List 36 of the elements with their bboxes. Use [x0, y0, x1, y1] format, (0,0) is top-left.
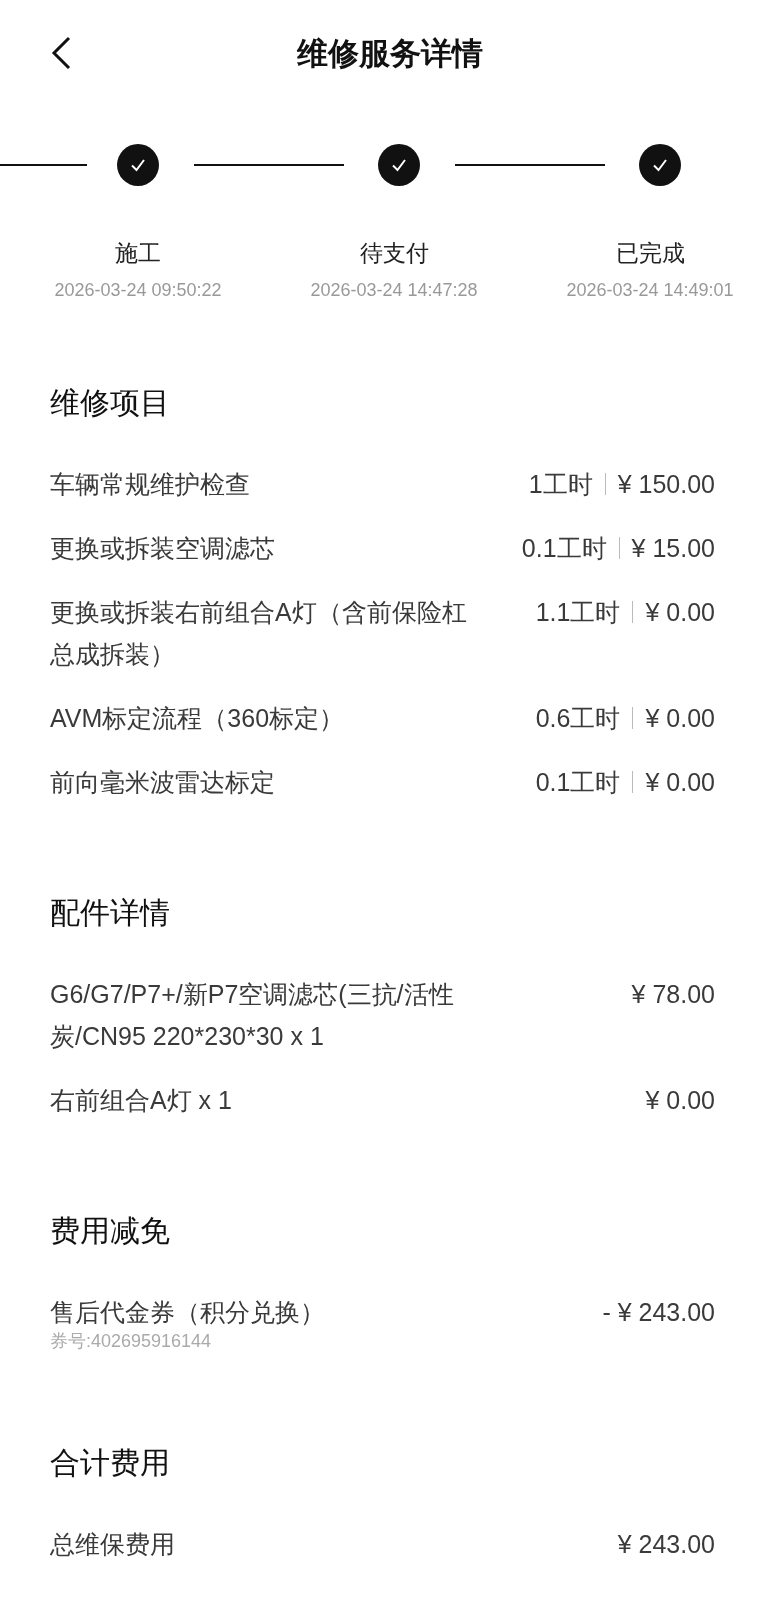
labor-hours: 0.1工时: [521, 533, 607, 564]
labor-hours: 1工时: [528, 469, 593, 500]
item-price: ¥ 78.00: [631, 979, 715, 1010]
item-name: AVM标定流程（360标定）: [50, 703, 345, 734]
item-name: 前向毫米波雷达标定: [50, 767, 275, 798]
item-name: 售后代金券（积分兑换）: [50, 1297, 325, 1328]
labor-hours: 1.1工时: [535, 597, 621, 628]
step-label: 施工: [115, 239, 161, 268]
step-time: 2026-03-24 14:49:01: [566, 279, 734, 302]
labor-hours: 0.6工时: [535, 703, 621, 734]
item-price: ¥ 150.00: [617, 469, 715, 500]
item-price: ¥ 243.00: [617, 1529, 715, 1560]
item-price: ¥ 0.00: [645, 767, 715, 798]
section-heading: 配件详情: [50, 895, 171, 931]
item-name: 总维保费用: [50, 1529, 175, 1560]
back-icon[interactable]: [50, 36, 72, 70]
page-title: 维修服务详情: [297, 35, 483, 73]
item-name: 车辆常规维护检查: [50, 469, 250, 500]
item-price: ¥ 0.00: [645, 703, 715, 734]
labor-hours: 0.1工时: [535, 767, 621, 798]
item-price: - ¥ 243.00: [602, 1297, 715, 1328]
step-label: 待支付: [359, 239, 429, 268]
item-price: ¥ 0.00: [645, 597, 715, 628]
item-name: 右前组合A灯 x 1: [50, 1085, 232, 1116]
step-time: 2026-03-24 14:47:28: [310, 279, 478, 302]
item-name: G6/G7/P7+/新P7空调滤芯(三抗/活性炭/CN95 220*230*30 x 1: [50, 979, 455, 1052]
section-heading: 合计费用: [50, 1445, 171, 1481]
section-heading: 费用减免: [50, 1213, 171, 1249]
item-name: 更换或拆装右前组合A灯（含前保险杠总成拆装）: [50, 597, 468, 670]
step-label: 已完成: [615, 239, 685, 268]
coupon-number: 券号:402695916144: [50, 1330, 213, 1353]
item-name: 更换或拆装空调滤芯: [50, 533, 275, 564]
step-time: 2026-03-24 09:50:22: [54, 279, 222, 302]
item-price: ¥ 15.00: [631, 533, 715, 564]
item-price: ¥ 0.00: [645, 1085, 715, 1116]
section-heading: 维修项目: [50, 385, 171, 421]
